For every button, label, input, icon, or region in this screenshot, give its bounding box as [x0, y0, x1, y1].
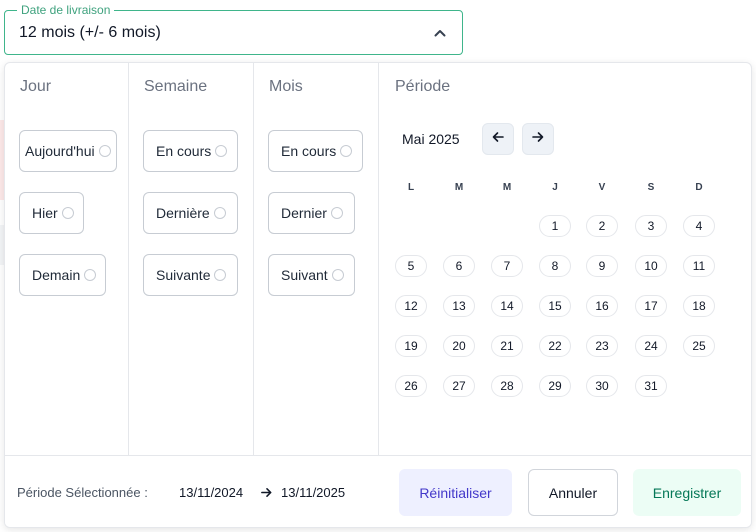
option-label: En cours	[156, 143, 212, 159]
option-label: Suivant	[281, 267, 328, 283]
calendar-day[interactable]: 8	[539, 255, 571, 277]
calendar-day[interactable]: 2	[586, 215, 618, 237]
radio-icon	[215, 145, 228, 157]
calendar-day[interactable]: 16	[586, 295, 618, 317]
radio-icon	[98, 145, 111, 157]
delivery-date-legend: Date de livraison	[17, 3, 115, 17]
day-column-title: Jour	[20, 78, 52, 95]
calendar-day[interactable]: 28	[491, 375, 523, 397]
week-column: Semaine En cours Dernière Suivante	[129, 63, 254, 455]
calendar-day[interactable]: 13	[443, 295, 475, 317]
option-label: Dernière	[156, 205, 210, 221]
calendar-day[interactable]: 23	[586, 335, 618, 357]
option-next-month[interactable]: Suivant	[268, 254, 355, 296]
option-current-month[interactable]: En cours	[268, 130, 363, 172]
calendar-day[interactable]: 3	[635, 215, 667, 237]
option-label: Aujourd'hui	[25, 143, 95, 159]
calendar-day[interactable]: 4	[683, 215, 715, 237]
save-button[interactable]: Enregistrer	[633, 469, 741, 516]
option-current-week[interactable]: En cours	[143, 130, 238, 172]
option-label: Dernier	[281, 205, 327, 221]
delivery-date-value: 12 mois (+/- 6 mois)	[19, 24, 161, 41]
calendar-day[interactable]: 26	[395, 375, 427, 397]
arrow-right-icon	[260, 486, 273, 504]
calendar-day[interactable]: 1	[539, 215, 571, 237]
calendar-day[interactable]: 22	[539, 335, 571, 357]
radio-icon	[84, 269, 97, 281]
next-month-button[interactable]	[522, 123, 554, 155]
month-column-title: Mois	[269, 78, 303, 95]
calendar-day[interactable]: 25	[683, 335, 715, 357]
prev-month-button[interactable]	[482, 123, 514, 155]
weekday-label: M	[454, 182, 464, 193]
calendar-day[interactable]: 29	[539, 375, 571, 397]
period-end-date: 13/11/2025	[281, 485, 346, 500]
radio-icon	[331, 269, 344, 281]
month-column: Mois En cours Dernier Suivant	[254, 63, 379, 455]
selected-period-label: Période Sélectionnée :	[17, 485, 148, 500]
radio-icon	[213, 207, 226, 219]
date-picker-popover: Jour Aujourd'hui Hier Demain Semaine En …	[4, 62, 752, 528]
day-column: Jour Aujourd'hui Hier Demain	[5, 63, 129, 455]
calendar-day[interactable]: 12	[395, 295, 427, 317]
calendar-day[interactable]: 27	[443, 375, 475, 397]
calendar-day[interactable]: 11	[683, 255, 715, 277]
option-label: En cours	[281, 143, 337, 159]
calendar-day[interactable]: 6	[443, 255, 475, 277]
period-start-date: 13/11/2024	[179, 485, 244, 500]
popover-footer: Période Sélectionnée : 13/11/2024 13/11/…	[5, 455, 751, 527]
calendar-day[interactable]: 9	[586, 255, 618, 277]
calendar-day[interactable]: 21	[491, 335, 523, 357]
weekday-label: J	[552, 182, 558, 193]
calendar-day[interactable]: 31	[635, 375, 667, 397]
delivery-date-select[interactable]: Date de livraison 12 mois (+/- 6 mois)	[4, 3, 463, 55]
calendar-day[interactable]: 24	[635, 335, 667, 357]
option-today[interactable]: Aujourd'hui	[19, 130, 117, 172]
calendar-day[interactable]: 30	[586, 375, 618, 397]
calendar-month-label: Mai 2025	[402, 131, 460, 147]
weekday-label: L	[407, 182, 415, 193]
weekday-label: M	[502, 182, 512, 193]
arrow-right-icon	[531, 130, 545, 149]
chevron-up-icon[interactable]	[432, 25, 448, 41]
option-tomorrow[interactable]: Demain	[19, 254, 106, 296]
calendar-day[interactable]: 19	[395, 335, 427, 357]
calendar-day[interactable]: 7	[491, 255, 523, 277]
calendar-day[interactable]: 20	[443, 335, 475, 357]
option-yesterday[interactable]: Hier	[19, 192, 84, 234]
weekday-label: S	[647, 182, 655, 193]
option-last-week[interactable]: Dernière	[143, 192, 238, 234]
calendar-day[interactable]: 18	[683, 295, 715, 317]
arrow-left-icon	[491, 130, 505, 149]
calendar-day[interactable]: 5	[395, 255, 427, 277]
radio-icon	[340, 145, 353, 157]
cancel-button[interactable]: Annuler	[528, 469, 618, 516]
calendar-day[interactable]: 17	[635, 295, 667, 317]
weekday-label: D	[695, 182, 703, 193]
radio-icon	[330, 207, 343, 219]
radio-icon	[214, 269, 227, 281]
weekday-label: V	[598, 182, 606, 193]
calendar-day[interactable]: 10	[635, 255, 667, 277]
option-next-week[interactable]: Suivante	[143, 254, 238, 296]
calendar-day[interactable]: 15	[539, 295, 571, 317]
week-column-title: Semaine	[144, 78, 208, 95]
calendar-day[interactable]: 14	[491, 295, 523, 317]
option-label: Hier	[32, 205, 58, 221]
option-label: Demain	[32, 267, 81, 283]
option-label: Suivante	[156, 267, 211, 283]
reset-button[interactable]: Réinitialiser	[399, 469, 512, 516]
radio-icon	[61, 207, 74, 219]
period-column-title: Période	[395, 78, 451, 95]
option-last-month[interactable]: Dernier	[268, 192, 355, 234]
